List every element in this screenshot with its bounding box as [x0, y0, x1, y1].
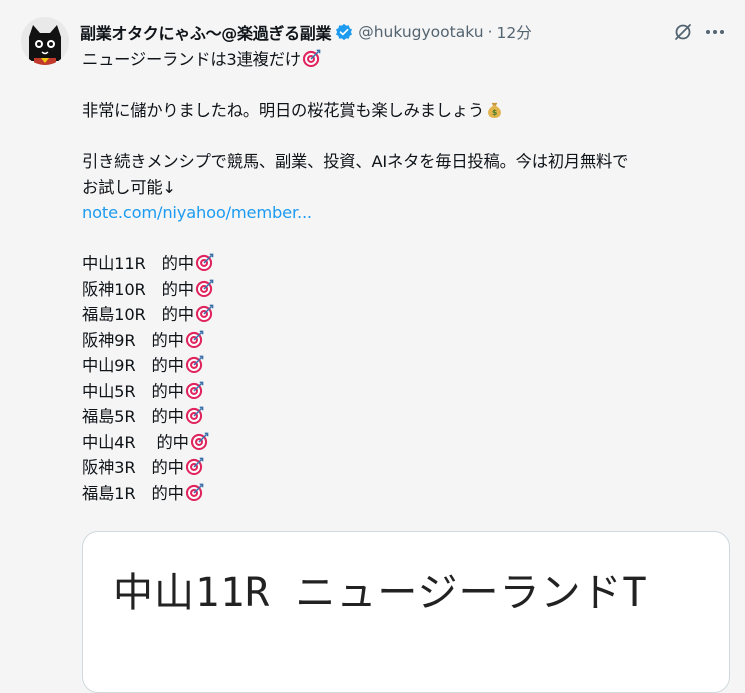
direct-hit-target-icon [195, 279, 214, 298]
money-bag-icon: $ [485, 100, 504, 119]
post-text: ニュージーランドは3連複だけ 非常に儲かりましたね。明日の桜花賞も楽しみましょう… [82, 47, 732, 506]
black-cat-avatar-icon [21, 17, 69, 65]
post-line-2: 非常に儲かりましたね。明日の桜花賞も楽しみましょう $ [82, 98, 732, 124]
direct-hit-target-icon [185, 330, 204, 349]
more-options-icon[interactable] [704, 22, 726, 42]
direct-hit-target-icon [185, 457, 204, 476]
post-line-1-text: ニュージーランドは3連複だけ [82, 50, 301, 69]
result-line: 阪神10R 的中 [82, 277, 732, 303]
direct-hit-target-icon [185, 406, 204, 425]
direct-hit-target-icon [185, 381, 204, 400]
card-image-text: 中山11R ニュージーランドT [113, 570, 648, 616]
result-line: 福島1R 的中 [82, 481, 732, 507]
display-name[interactable]: 副業オタクにゃふ〜@楽過ぎる副業 [80, 20, 332, 44]
direct-hit-target-icon [302, 49, 321, 68]
result-line: 福島5R 的中 [82, 404, 732, 430]
timestamp[interactable]: 12分 [497, 21, 532, 43]
result-text: 福島1R 的中 [82, 483, 184, 503]
direct-hit-target-icon [185, 483, 204, 502]
result-line: 中山5R 的中 [82, 379, 732, 405]
result-text: 中山4R 的中 [82, 432, 189, 452]
direct-hit-target-icon [195, 253, 214, 272]
post-line-1: ニュージーランドは3連複だけ [82, 47, 732, 73]
result-line: 阪神3R 的中 [82, 455, 732, 481]
post-header: 副業オタクにゃふ〜@楽過ぎる副業 @hukugyootaku · 12分 [80, 19, 745, 45]
result-text: 中山5R 的中 [82, 381, 184, 401]
separator-dot: · [487, 23, 493, 41]
member-link[interactable]: note.com/niyahoo/member... [82, 203, 312, 222]
post-line-3: 引き続きメンシプで競馬、副業、投資、AIネタを毎日投稿。今は初月無料で [82, 152, 629, 171]
result-line: 福島10R 的中 [82, 302, 732, 328]
grok-icon[interactable] [673, 22, 693, 42]
result-text: 中山11R 的中 [82, 254, 194, 273]
verified-badge-icon [335, 23, 353, 41]
result-line: 中山4R 的中 [82, 430, 732, 456]
post-line-2-text: 非常に儲かりましたね。明日の桜花賞も楽しみましょう [82, 101, 485, 120]
result-line: 阪神9R 的中 [82, 328, 732, 354]
avatar[interactable] [21, 17, 69, 65]
result-text: 中山9R 的中 [82, 356, 184, 375]
result-text: 福島5R 的中 [82, 407, 184, 426]
result-line: 中山11R 的中 [82, 251, 732, 277]
direct-hit-target-icon [195, 304, 214, 323]
result-text: 阪神10R 的中 [82, 279, 194, 299]
post-line-4: お試し可能↓ [82, 177, 176, 197]
handle[interactable]: @hukugyootaku [358, 23, 483, 41]
result-text: 阪神3R 的中 [82, 458, 184, 477]
result-line: 中山9R 的中 [82, 353, 732, 379]
result-text: 阪神9R 的中 [82, 330, 184, 350]
direct-hit-target-icon [185, 355, 204, 374]
svg-text:$: $ [492, 108, 497, 117]
results-list: 中山11R 的中 阪神10R 的中 福島10R 的中 阪神9R 的中 中山9R 的中 中山… [82, 251, 732, 506]
result-text: 福島10R 的中 [82, 305, 194, 324]
media-card[interactable]: 中山11R ニュージーランドT [82, 531, 730, 693]
direct-hit-target-icon [190, 432, 209, 451]
